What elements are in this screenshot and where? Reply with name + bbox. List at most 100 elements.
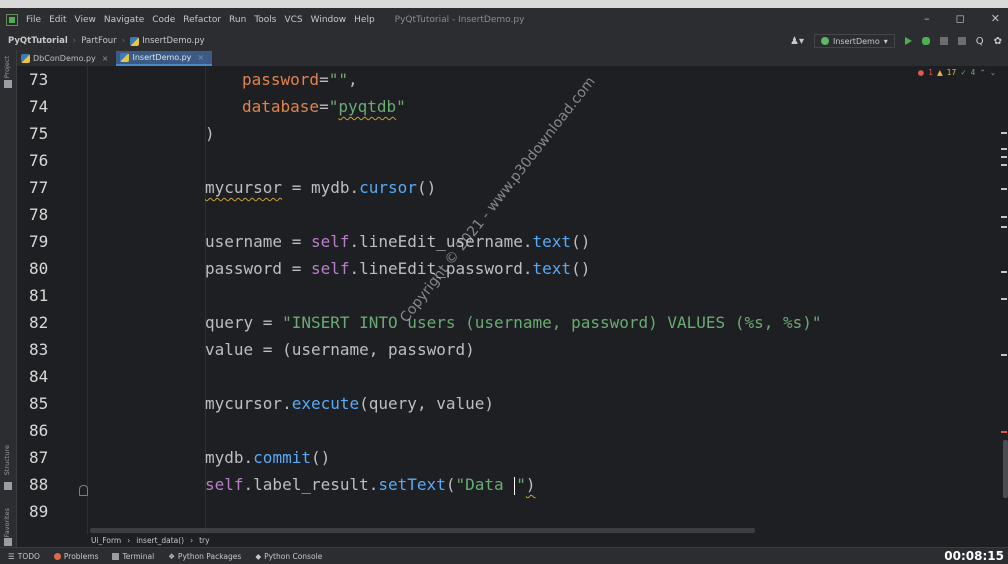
top-edge [0,0,1008,8]
search-icon[interactable]: Q [976,36,984,47]
horizontal-scrollbar[interactable] [90,528,755,533]
code-text: password="", [242,66,358,93]
chevron-down-icon[interactable]: ⌄ [990,68,996,77]
line-number: 89 [29,502,49,521]
problems-label: Problems [63,551,99,561]
stripe-mark[interactable] [1001,216,1007,218]
method-call: commit [253,448,311,467]
inspection-widget[interactable]: ● 1 ▲ 17 ✓ 4 ⌃ ⌄ [918,68,996,77]
stripe-error-mark[interactable] [1001,431,1007,433]
variable: mycursor [205,178,283,197]
stripe-mark[interactable] [1001,271,1007,273]
line-number: 87 [29,448,49,467]
menu-vcs[interactable]: VCS [284,15,302,25]
stripe-mark[interactable] [1001,188,1007,190]
breadcrumb-separator: › [190,536,194,545]
code-line: 82 query = "INSERT INTO users (username,… [17,309,977,336]
attribute-ref: .lineEdit_username. [349,232,533,251]
nav-file[interactable]: InsertDemo.py [130,36,205,46]
code-text: self.label_result.setText("Data ") [205,471,536,498]
code-line: 74 database="pyqtdb" [17,93,977,120]
variable: value [205,340,254,359]
line-number: 78 [29,205,49,224]
menu-help[interactable]: Help [354,15,375,25]
string-literal-open: " [328,97,339,116]
run-config-dropdown[interactable]: InsertDemo ▾ [814,34,895,48]
pycharm-app-icon [6,14,18,26]
code-line: 81 [17,282,977,309]
code-line: 86 [17,417,977,444]
todo-label: TODO [17,551,40,561]
stripe-mark[interactable] [1001,132,1007,134]
breadcrumb-block[interactable]: try [199,536,209,545]
stripe-mark[interactable] [1001,148,1007,150]
menu-run[interactable]: Run [229,15,246,25]
project-tool-label[interactable]: Project [3,56,11,78]
code-line: 73 password="", [17,66,977,93]
problems-icon [53,552,61,560]
star-icon[interactable] [4,538,12,546]
menu-navigate[interactable]: Navigate [104,15,144,25]
package-icon: ❖ [168,551,175,561]
stripe-mark[interactable] [1001,354,1007,356]
code-editor[interactable]: 73 password="", 74 database="pyqtdb" 75 … [17,66,1000,534]
left-tool-strip: Project Structure Favorites [0,50,17,547]
tab-dbcondemo[interactable]: DbConDemo.py × [17,51,116,66]
menu-file[interactable]: File [26,15,41,25]
object-ref: mycursor. [205,394,292,413]
close-icon[interactable]: × [197,53,204,62]
maximize-button[interactable]: ◻ [956,12,965,25]
method-call: setText [378,475,446,494]
code-text: value = (username, password) [205,336,475,363]
stop-icon[interactable] [957,37,966,45]
line-number: 83 [29,340,49,359]
problems-tool[interactable]: Problems [53,551,99,561]
method-call: execute [291,394,360,413]
close-button[interactable]: ✕ [991,12,1000,25]
stripe-mark[interactable] [1001,298,1007,300]
breadcrumb-method[interactable]: insert_data() [136,536,184,545]
nav-separator: › [72,36,77,46]
user-icon[interactable]: ♟▾ [790,36,804,47]
coverage-icon[interactable] [939,37,948,45]
structure-tool-label[interactable]: Structure [3,445,11,475]
stripe-mark[interactable] [1001,226,1007,228]
menu-tools[interactable]: Tools [254,15,276,25]
line-number: 86 [29,421,49,440]
line-number: 84 [29,367,49,386]
nav-folder[interactable]: PartFour [81,36,116,46]
python-file-icon [21,54,30,63]
tab-label: DbConDemo.py [33,54,96,63]
python-file-icon [130,36,140,46]
vertical-scrollbar-thumb[interactable] [1003,440,1008,498]
line-number: 88 [29,475,49,494]
error-stripe[interactable] [1000,66,1008,534]
menu-edit[interactable]: Edit [49,15,66,25]
menu-window[interactable]: Window [311,15,347,25]
debug-icon[interactable] [921,37,930,45]
minimize-button[interactable]: – [924,12,930,25]
nav-project[interactable]: PyQtTutorial [8,36,68,46]
close-icon[interactable]: × [102,54,109,63]
chevron-up-icon[interactable]: ⌃ [979,68,985,77]
todo-tool[interactable]: ☰ TODO [8,552,40,561]
breadcrumb-class[interactable]: Ui_Form [91,536,121,545]
stripe-mark[interactable] [1001,156,1007,158]
favorites-tool-label[interactable]: Favorites [3,508,11,537]
project-folder-icon[interactable] [4,80,12,88]
python-packages-tool[interactable]: ❖ Python Packages [168,552,241,561]
operator: = [319,70,329,89]
line-number: 85 [29,394,49,413]
bookmark-icon[interactable] [79,485,88,496]
run-icon[interactable] [904,37,912,45]
structure-icon[interactable] [4,482,12,490]
terminal-tool[interactable]: Terminal [112,552,154,561]
menu-view[interactable]: View [75,15,96,25]
stripe-mark[interactable] [1001,164,1007,166]
menu-refactor[interactable]: Refactor [183,15,221,25]
python-console-tool[interactable]: ◆ Python Console [255,552,322,561]
menu-code[interactable]: Code [152,15,175,25]
method-call: text [532,232,572,251]
gear-icon[interactable]: ✿ [994,36,1002,47]
tab-insertdemo[interactable]: InsertDemo.py × [116,51,213,66]
